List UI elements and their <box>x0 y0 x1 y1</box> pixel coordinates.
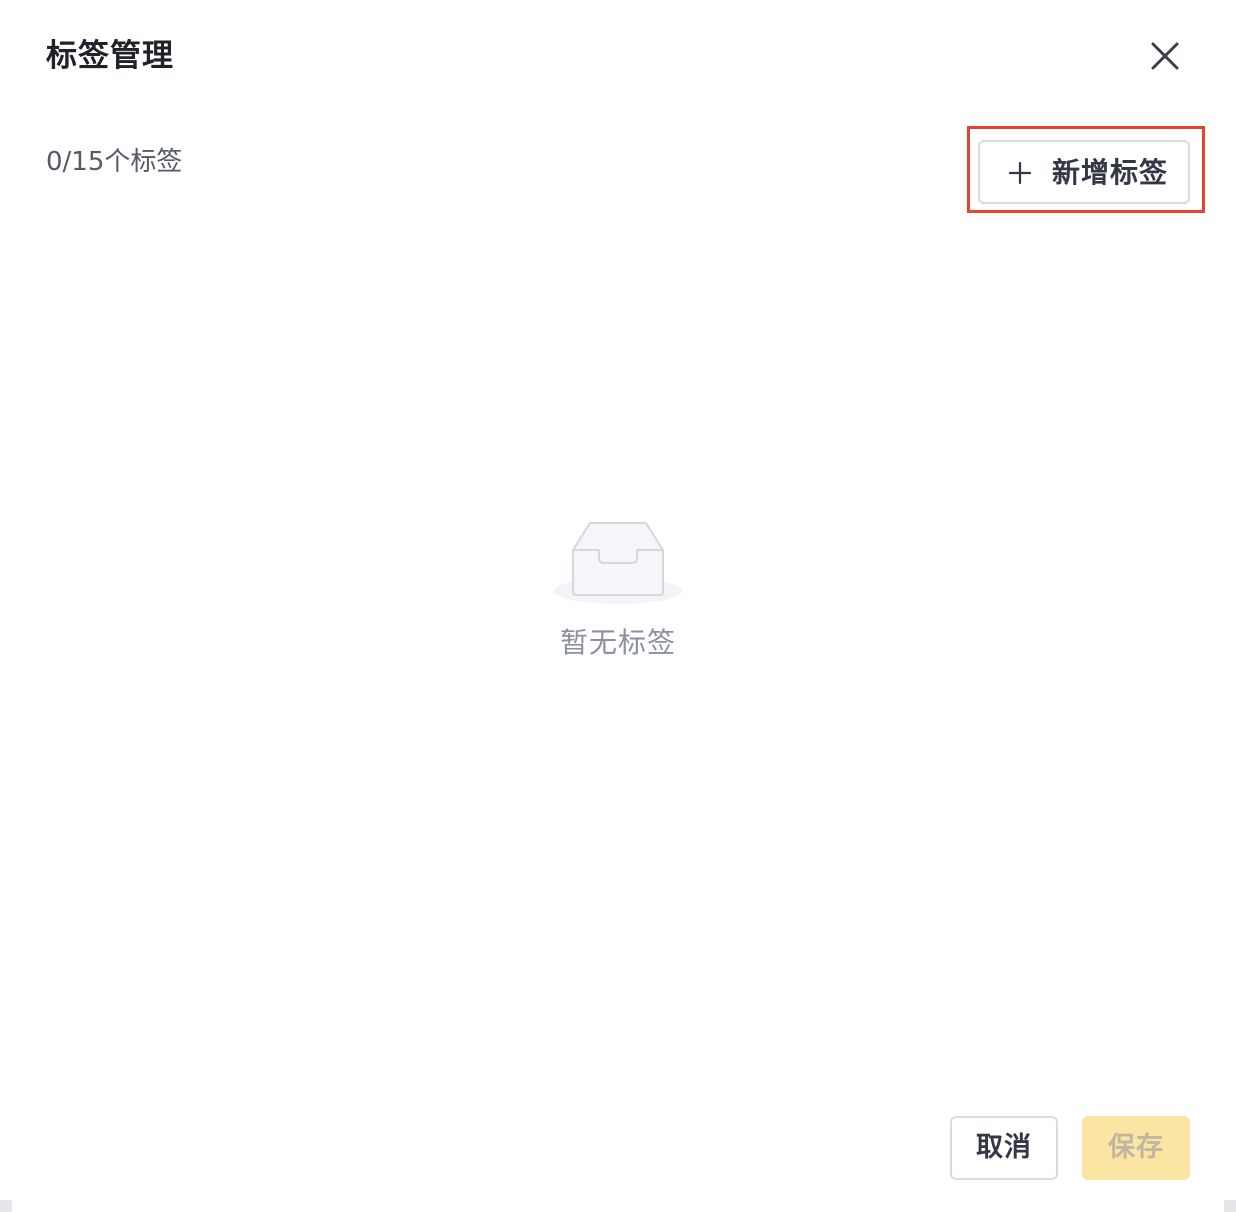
background-corner <box>0 1200 12 1212</box>
dialog-title: 标签管理 <box>46 38 174 74</box>
close-icon <box>1151 42 1179 70</box>
tag-count: 0/15个标签 <box>46 147 183 177</box>
close-button[interactable] <box>1142 33 1188 79</box>
tag-management-dialog: 标签管理 0/15个标签 新增标签 暂无标签 取消 保存 <box>0 0 1236 1212</box>
background-corner <box>1224 1200 1236 1212</box>
save-button[interactable]: 保存 <box>1082 1116 1190 1180</box>
add-tag-label: 新增标签 <box>1052 156 1169 189</box>
empty-state-text: 暂无标签 <box>559 626 676 659</box>
empty-inbox-icon <box>554 522 682 604</box>
cancel-button[interactable]: 取消 <box>950 1116 1058 1180</box>
add-tag-button[interactable]: 新增标签 <box>978 140 1190 204</box>
plus-icon <box>1008 161 1032 185</box>
